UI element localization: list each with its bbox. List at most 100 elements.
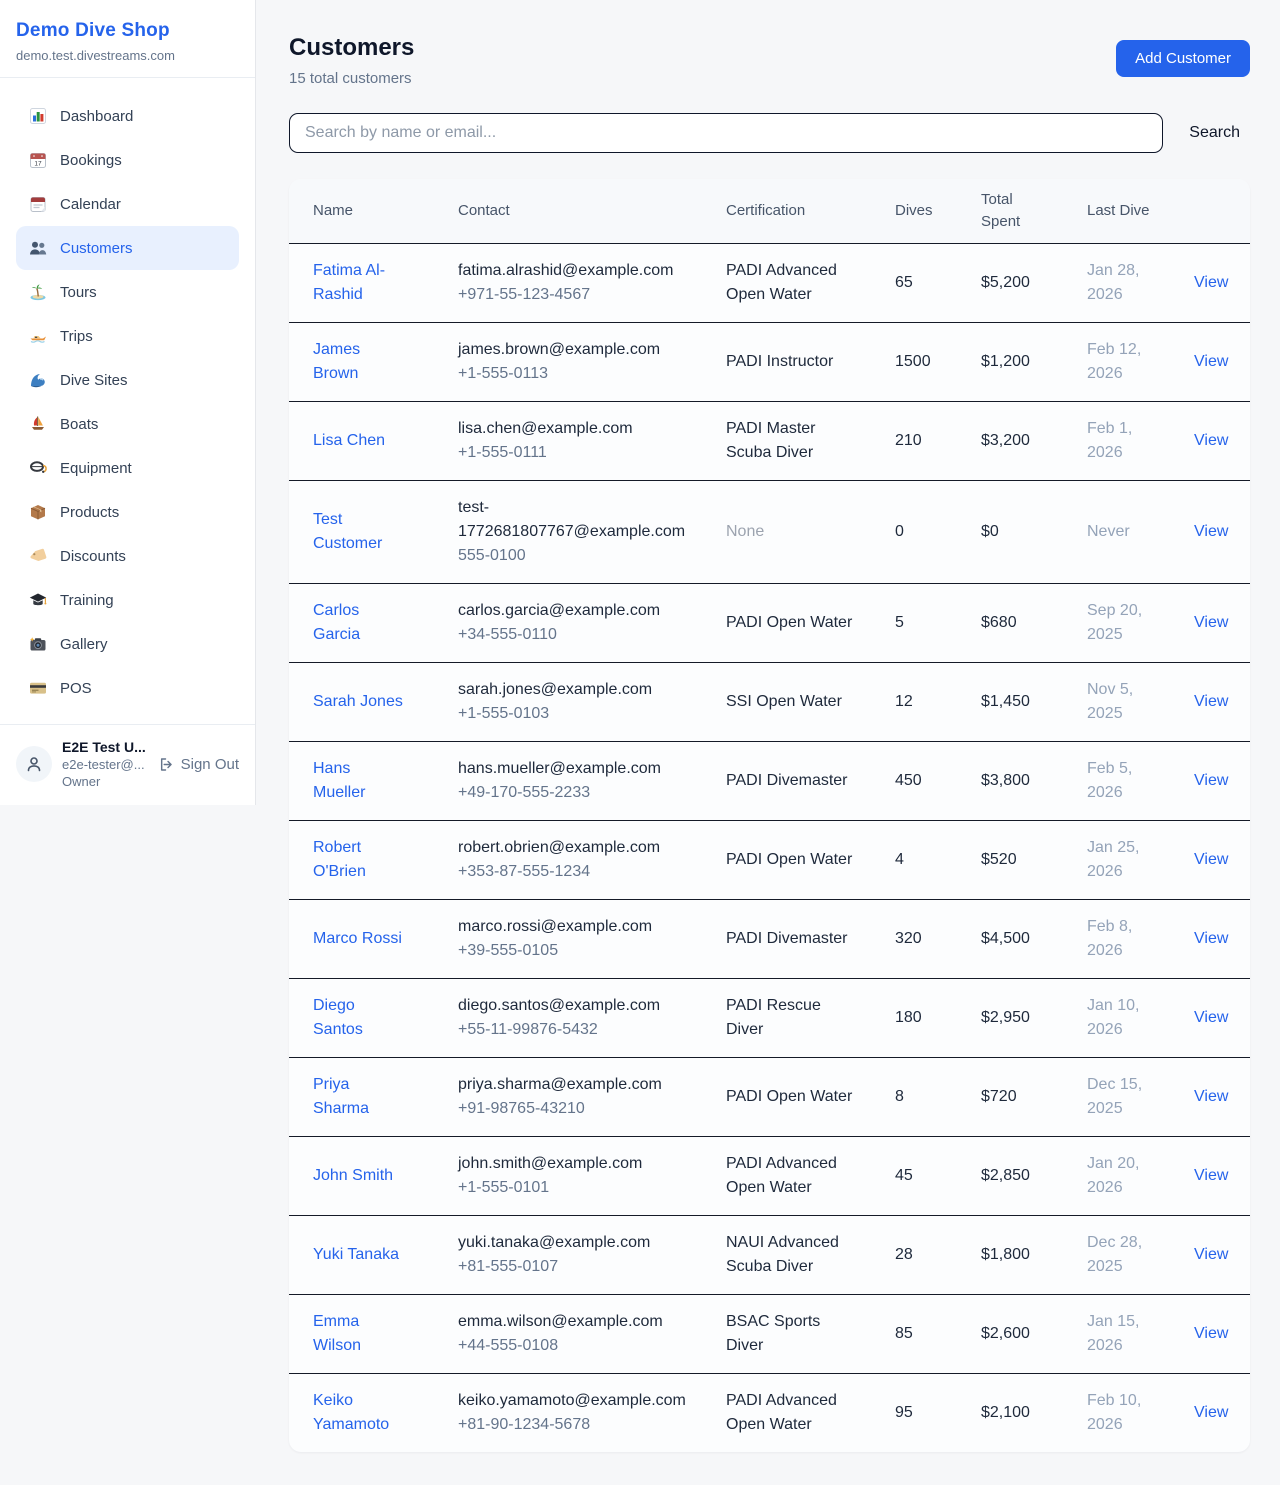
sidebar-item-tours[interactable]: Tours <box>16 270 239 314</box>
svg-text:17: 17 <box>34 161 42 168</box>
column-header: Dives <box>871 179 957 243</box>
view-link[interactable]: View <box>1194 1088 1228 1105</box>
customer-name-link[interactable]: Sarah Jones <box>313 693 403 710</box>
sidebar-header: Demo Dive Shop demo.test.divestreams.com <box>0 0 255 78</box>
sidebar-item-label: Trips <box>60 328 93 345</box>
view-link[interactable]: View <box>1194 1404 1228 1421</box>
search-input[interactable] <box>289 113 1163 153</box>
customer-certification: BSAC Sports Diver <box>702 1294 871 1373</box>
customer-phone: +55-11-99876-5432 <box>458 1018 690 1042</box>
customer-phone: +1-555-0113 <box>458 362 690 386</box>
customer-dives: 28 <box>871 1215 957 1294</box>
customer-certification: SSI Open Water <box>702 662 871 741</box>
customer-dives: 210 <box>871 401 957 480</box>
sidebar-item-products[interactable]: Products <box>16 490 239 534</box>
view-link[interactable]: View <box>1194 353 1228 370</box>
customer-name-link[interactable]: Carlos Garcia <box>313 602 360 643</box>
customer-count: 15 total customers <box>289 70 414 87</box>
table-row: James Brownjames.brown@example.com+1-555… <box>289 322 1250 401</box>
sidebar-item-calendar[interactable]: Calendar <box>16 182 239 226</box>
customer-last-dive: Never <box>1063 480 1170 583</box>
customer-name-link[interactable]: Priya Sharma <box>313 1076 369 1117</box>
customer-total-spent: $4,500 <box>957 899 1063 978</box>
table-row: Priya Sharmapriya.sharma@example.com+91-… <box>289 1057 1250 1136</box>
customer-phone: +1-555-0111 <box>458 441 690 465</box>
table-row: Hans Muellerhans.mueller@example.com+49-… <box>289 741 1250 820</box>
customer-certification: PADI Open Water <box>702 1057 871 1136</box>
sidebar-item-dashboard[interactable]: Dashboard <box>16 94 239 138</box>
customer-name-link[interactable]: Lisa Chen <box>313 432 385 449</box>
view-link[interactable]: View <box>1194 1325 1228 1342</box>
customer-email: hans.mueller@example.com <box>458 757 690 781</box>
customer-name-link[interactable]: Keiko Yamamoto <box>313 1392 389 1433</box>
table-row: Carlos Garciacarlos.garcia@example.com+3… <box>289 583 1250 662</box>
customer-name-link[interactable]: James Brown <box>313 341 360 382</box>
sidebar-item-boats[interactable]: Boats <box>16 402 239 446</box>
customer-phone: +34-555-0110 <box>458 623 690 647</box>
sign-out-button[interactable]: Sign Out <box>157 756 239 773</box>
view-link[interactable]: View <box>1194 851 1228 868</box>
view-link[interactable]: View <box>1194 693 1228 710</box>
user-name: E2E Test U... <box>62 739 147 755</box>
sidebar-item-label: Calendar <box>60 196 121 213</box>
gallery-icon <box>28 634 48 654</box>
customer-dives: 8 <box>871 1057 957 1136</box>
sidebar-item-customers[interactable]: Customers <box>16 226 239 270</box>
customer-last-dive: Feb 12, 2026 <box>1063 322 1170 401</box>
sidebar-item-bookings[interactable]: 17Bookings <box>16 138 239 182</box>
customer-total-spent: $1,450 <box>957 662 1063 741</box>
customer-certification: PADI Rescue Diver <box>702 978 871 1057</box>
customer-email: fatima.alrashid@example.com <box>458 259 690 283</box>
customer-last-dive: Feb 1, 2026 <box>1063 401 1170 480</box>
customer-email: john.smith@example.com <box>458 1152 690 1176</box>
add-customer-button[interactable]: Add Customer <box>1116 40 1250 77</box>
customer-name-link[interactable]: Test Customer <box>313 511 382 552</box>
customer-name-link[interactable]: Emma Wilson <box>313 1313 361 1354</box>
view-link[interactable]: View <box>1194 1246 1228 1263</box>
search-row: Search <box>289 113 1250 153</box>
view-link[interactable]: View <box>1194 1167 1228 1184</box>
sidebar-item-dive-sites[interactable]: Dive Sites <box>16 358 239 402</box>
view-link[interactable]: View <box>1194 432 1228 449</box>
sidebar-item-pos[interactable]: POS <box>16 666 239 710</box>
customer-name-link[interactable]: Fatima Al-Rashid <box>313 262 385 303</box>
customer-phone: +44-555-0108 <box>458 1334 690 1358</box>
sidebar-item-discounts[interactable]: Discounts <box>16 534 239 578</box>
customer-certification: PADI Divemaster <box>702 899 871 978</box>
view-link[interactable]: View <box>1194 614 1228 631</box>
sidebar-item-label: POS <box>60 680 92 697</box>
customer-dives: 320 <box>871 899 957 978</box>
table-row: Lisa Chenlisa.chen@example.com+1-555-011… <box>289 401 1250 480</box>
customer-name-link[interactable]: John Smith <box>313 1167 393 1184</box>
view-link[interactable]: View <box>1194 274 1228 291</box>
user-box: E2E Test U... e2e-tester@... Owner Sign … <box>0 724 255 805</box>
sidebar-item-trips[interactable]: Trips <box>16 314 239 358</box>
sidebar-item-equipment[interactable]: Equipment <box>16 446 239 490</box>
customer-certification: PADI Master Scuba Diver <box>702 401 871 480</box>
view-link[interactable]: View <box>1194 1009 1228 1026</box>
customer-phone: +1-555-0103 <box>458 702 690 726</box>
main-content: Customers 15 total customers Add Custome… <box>256 0 1280 1482</box>
sidebar-item-training[interactable]: Training <box>16 578 239 622</box>
customer-email: marco.rossi@example.com <box>458 915 690 939</box>
customer-dives: 4 <box>871 820 957 899</box>
customer-total-spent: $2,100 <box>957 1373 1063 1452</box>
view-link[interactable]: View <box>1194 523 1228 540</box>
sidebar-item-label: Products <box>60 504 119 521</box>
sidebar-item-label: Training <box>60 592 114 609</box>
user-role: Owner <box>62 774 147 789</box>
view-link[interactable]: View <box>1194 930 1228 947</box>
customer-name-link[interactable]: Robert O'Brien <box>313 839 366 880</box>
search-button[interactable]: Search <box>1179 116 1250 150</box>
customer-email: sarah.jones@example.com <box>458 678 690 702</box>
view-link[interactable]: View <box>1194 772 1228 789</box>
customer-name-link[interactable]: Hans Mueller <box>313 760 365 801</box>
person-icon <box>24 754 44 774</box>
customer-name-link[interactable]: Yuki Tanaka <box>313 1246 399 1263</box>
table-row: Yuki Tanakayuki.tanaka@example.com+81-55… <box>289 1215 1250 1294</box>
shop-title[interactable]: Demo Dive Shop <box>16 20 239 42</box>
sidebar-item-gallery[interactable]: Gallery <box>16 622 239 666</box>
customer-last-dive: Dec 15, 2025 <box>1063 1057 1170 1136</box>
customer-name-link[interactable]: Diego Santos <box>313 997 363 1038</box>
customer-name-link[interactable]: Marco Rossi <box>313 930 402 947</box>
